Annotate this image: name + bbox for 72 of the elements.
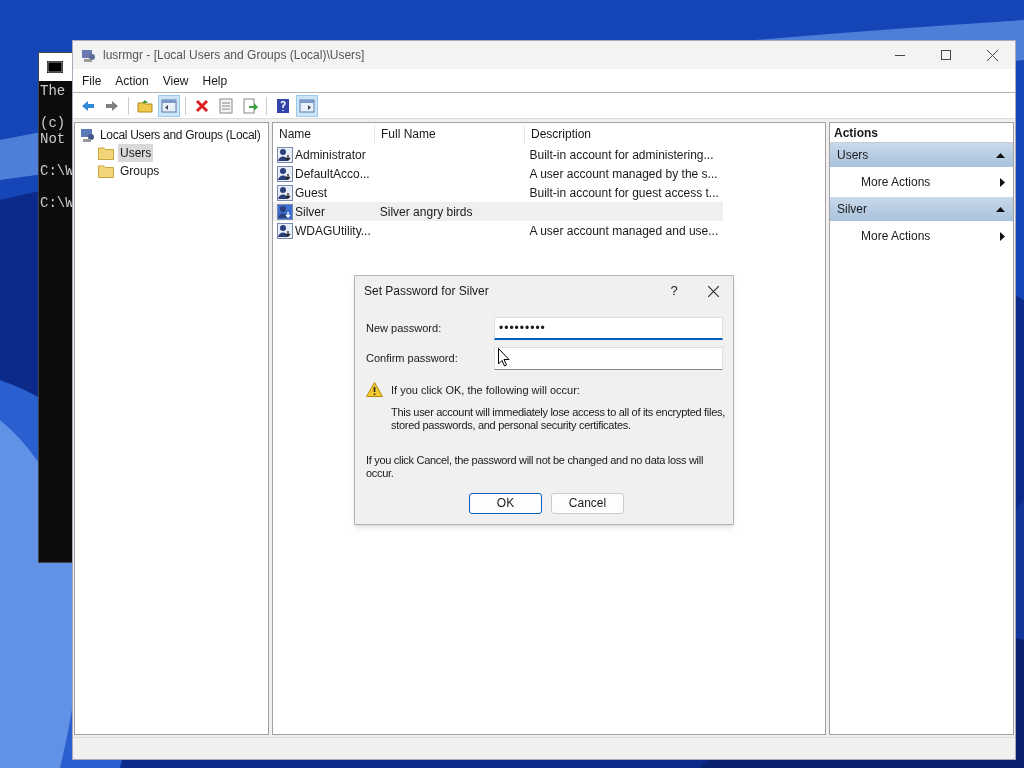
app-icon xyxy=(81,47,97,63)
column-header[interactable]: Full Name xyxy=(374,125,524,143)
column-header[interactable]: Description xyxy=(524,125,724,143)
delete-icon xyxy=(194,97,210,114)
console-icon xyxy=(47,61,63,73)
dialog-button[interactable]: OK xyxy=(469,492,542,514)
pane-icon xyxy=(161,97,177,114)
table-cell-text: Administrator xyxy=(295,146,366,164)
table-cell: Silver angry birds xyxy=(379,204,473,219)
table-cell-text: DefaultAcco... xyxy=(295,165,370,183)
user-icon xyxy=(277,203,293,220)
submenu-arrow-icon xyxy=(1000,177,1005,187)
dialog-title: Set Password for Silver xyxy=(364,283,489,300)
table-cell-text: WDAGUtility... xyxy=(295,222,371,240)
table-cell-text: Silver xyxy=(295,203,325,221)
table-cell: Built-in account for guest access t... xyxy=(529,185,719,200)
menu-item[interactable]: Action xyxy=(108,71,156,90)
user-icon xyxy=(277,222,293,239)
folder-icon xyxy=(98,146,114,160)
user-row[interactable]: Guest Built-in account for guest access t... xyxy=(273,183,723,202)
dialog-button[interactable]: Cancel xyxy=(551,492,624,514)
warning-text: This user account will immediately lose access to all of its encrypted files, stored passwords, and personal security certificates. xyxy=(391,405,726,432)
action-item[interactable]: More Actions xyxy=(830,167,1013,197)
user-icon xyxy=(277,184,293,201)
export-icon xyxy=(242,97,258,114)
table-cell: Built-in account for administering... xyxy=(529,147,714,162)
minimize-icon xyxy=(895,54,905,56)
submenu-arrow-icon xyxy=(1000,231,1005,241)
properties-icon xyxy=(218,97,234,114)
warning-title: If you click OK, the following will occur: xyxy=(391,383,581,398)
console-line: (c) xyxy=(40,115,66,131)
user-row[interactable]: WDAGUtility... A user account managed and use... xyxy=(273,221,723,240)
user-row[interactable]: DefaultAcco... A user account managed by the s... xyxy=(273,164,723,183)
mouse-pointer-icon xyxy=(498,348,510,367)
actions-section-header[interactable]: Silver xyxy=(830,197,1013,221)
help-button[interactable]: ? xyxy=(661,281,687,301)
cancel-note: If you click Cancel, the password will not be changed and no data loss will occur. xyxy=(365,453,705,480)
console-line: The xyxy=(40,83,66,99)
user-row[interactable]: Silver Silver angry birds xyxy=(273,202,723,221)
password-field[interactable] xyxy=(494,347,723,370)
user-icon xyxy=(277,146,293,163)
computer-icon xyxy=(80,127,96,143)
close-icon xyxy=(986,49,998,61)
action-item[interactable]: More Actions xyxy=(830,221,1013,251)
pane-icon xyxy=(299,97,315,114)
folder-icon xyxy=(98,164,114,178)
tree-label: Local Users and Groups (Local) xyxy=(100,127,261,144)
table-cell-text: Guest xyxy=(295,184,327,202)
folder-up-icon xyxy=(137,97,153,114)
table-cell: A user account managed and use... xyxy=(529,223,719,238)
console-line: Not xyxy=(40,131,66,147)
section-title: Silver xyxy=(837,201,867,218)
section-title: Users xyxy=(837,147,869,164)
user-icon xyxy=(277,165,293,182)
actions-section-header[interactable]: Users xyxy=(830,143,1013,167)
warning-icon xyxy=(366,382,383,397)
menu-item[interactable]: Help xyxy=(195,71,235,90)
close-icon xyxy=(707,285,719,297)
tree-item[interactable]: Groups xyxy=(118,162,162,180)
password-field[interactable]: ••••••••• xyxy=(494,317,723,340)
menu-item[interactable]: File xyxy=(75,71,109,90)
user-row[interactable]: Administrator Built-in account for administering... xyxy=(273,145,723,164)
field-label: Confirm password: xyxy=(366,351,459,367)
tree-node[interactable]: Local Users and Groups (Local) xyxy=(75,126,268,144)
tree-item[interactable]: Users xyxy=(118,144,154,162)
maximize-icon xyxy=(941,50,951,60)
help-icon xyxy=(275,97,291,114)
field-label: New password: xyxy=(366,321,443,337)
table-cell: A user account managed by the s... xyxy=(529,166,718,181)
window-title: lusrmgr - [Local Users and Groups (Local)\Users] xyxy=(103,47,365,64)
menu-item[interactable]: View xyxy=(155,71,196,90)
column-header[interactable]: Name xyxy=(273,125,374,143)
